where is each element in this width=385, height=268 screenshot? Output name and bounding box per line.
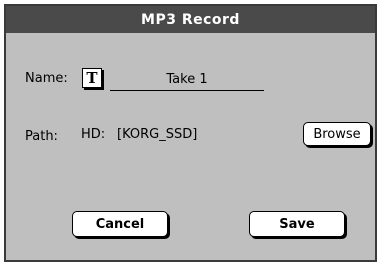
dialog-title: MP3 Record: [6, 6, 375, 33]
name-field[interactable]: Take 1: [110, 69, 264, 91]
save-button[interactable]: Save: [249, 211, 345, 237]
path-label: Path:: [25, 129, 58, 144]
cancel-button[interactable]: Cancel: [72, 211, 168, 237]
browse-button-label: Browse: [313, 126, 361, 142]
browse-button[interactable]: Browse: [303, 122, 371, 146]
path-value: [KORG_SSD]: [117, 127, 198, 142]
text-edit-icon[interactable]: T: [82, 68, 102, 88]
cancel-button-label: Cancel: [95, 216, 145, 232]
save-button-label: Save: [279, 216, 315, 232]
mp3-record-dialog: MP3 Record Name: T Take 1 Path: HD: [KOR…: [4, 4, 377, 262]
name-label: Name:: [25, 71, 68, 86]
path-drive: HD:: [81, 127, 106, 142]
